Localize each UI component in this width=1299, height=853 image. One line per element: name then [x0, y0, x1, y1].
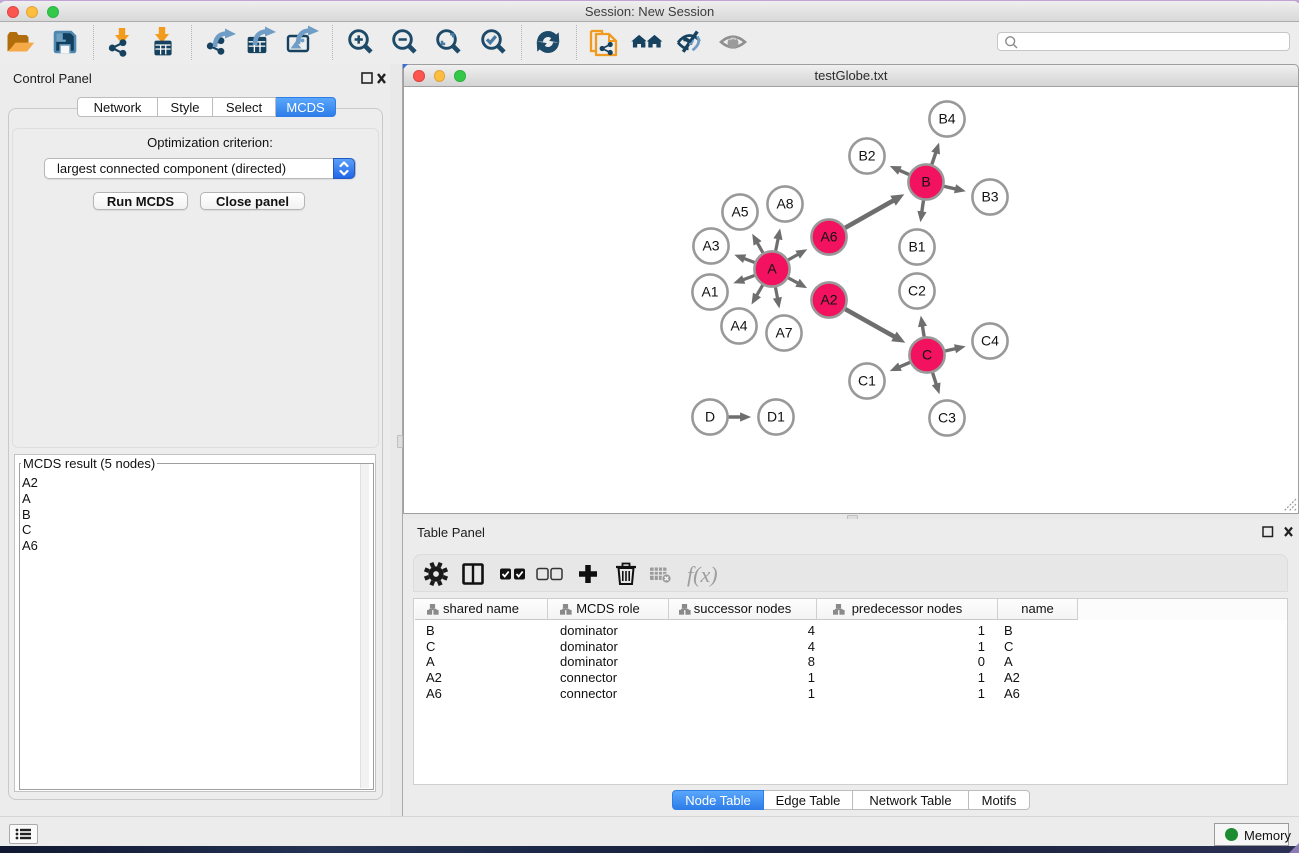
svg-text:A4: A4 — [730, 318, 747, 334]
svg-text:C2: C2 — [908, 283, 926, 299]
svg-text:D: D — [705, 409, 715, 425]
svg-text:A: A — [767, 261, 777, 277]
svg-text:B: B — [921, 174, 930, 190]
svg-text:D1: D1 — [767, 409, 785, 425]
svg-text:A8: A8 — [776, 196, 793, 212]
svg-text:C4: C4 — [981, 333, 999, 349]
svg-text:A2: A2 — [820, 292, 837, 308]
svg-text:C3: C3 — [938, 410, 956, 426]
svg-text:A7: A7 — [775, 325, 792, 341]
svg-text:A6: A6 — [820, 229, 837, 245]
svg-text:B1: B1 — [908, 239, 925, 255]
svg-text:A5: A5 — [731, 204, 748, 220]
svg-text:f(x): f(x) — [687, 562, 718, 587]
svg-text:B4: B4 — [938, 111, 955, 127]
svg-text:B2: B2 — [858, 148, 875, 164]
svg-text:A3: A3 — [702, 238, 719, 254]
svg-text:B3: B3 — [981, 189, 998, 205]
svg-text:C1: C1 — [858, 373, 876, 389]
svg-text:A1: A1 — [701, 284, 718, 300]
svg-text:C: C — [922, 347, 932, 363]
